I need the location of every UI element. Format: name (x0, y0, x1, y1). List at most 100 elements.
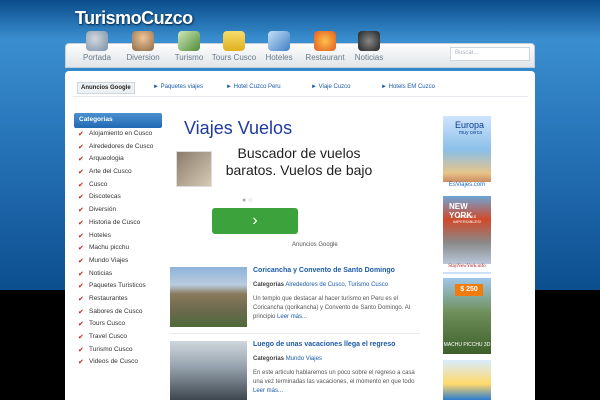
google-ads-bar: Anuncios Google ► Paquetes viajes ► Hote… (73, 79, 528, 97)
post-meta: Categorías Mundo Viajes (253, 356, 423, 362)
machu-picchu-banner[interactable]: $ 250 MACHU PICCHU 3D (443, 278, 491, 354)
search-input[interactable]: Buscar... (450, 47, 530, 61)
category-item[interactable]: ✔ Discotecas (74, 191, 162, 204)
divider (170, 333, 420, 334)
category-label: Restaurantes (89, 294, 128, 302)
category-item[interactable]: ✔ Cusco (74, 179, 162, 192)
post-title[interactable]: Luego de unas vacaciones llega el regres… (253, 341, 423, 348)
post-thumbnail[interactable] (170, 341, 247, 400)
category-item[interactable]: ✔ Diversión (74, 204, 162, 217)
newyork-banner[interactable]: NEW YORK OFERTAS IMPERDIBLES! StayNewYor… (443, 196, 491, 274)
post-thumbnail[interactable] (170, 267, 247, 327)
category-label: Arqueologia (89, 155, 124, 163)
ad-link[interactable]: ► Viaje Cuzco (311, 84, 351, 90)
nav-item-tours-cusco[interactable]: Tours Cusco (209, 31, 259, 62)
category-item[interactable]: ✔ Machu picchu (74, 242, 162, 255)
category-item[interactable]: ✔ Tours Cusco (74, 318, 162, 331)
post-meta-label: Categorías (253, 282, 285, 288)
nav-item-hoteles[interactable]: Hoteles (256, 31, 302, 62)
main-navigation: Portada Diversion Turismo Tours Cusco Ho… (65, 31, 535, 68)
post-categories[interactable]: Mundo Viajes (286, 356, 322, 362)
post-excerpt: En este articulo hablaremos un poco sobr… (253, 369, 418, 396)
nav-item-noticias[interactable]: Noticias (346, 31, 392, 62)
ad-branding: Anuncios Google (292, 242, 338, 248)
ad-pager[interactable]: ● ○ (242, 197, 252, 204)
nav-item-diversion[interactable]: Diversion (120, 31, 166, 62)
nav-item-turismo[interactable]: Turismo (166, 31, 212, 62)
category-label: Arte del Cusco (89, 168, 132, 176)
category-item[interactable]: ✔ Alrededores de Cusco (74, 141, 162, 154)
category-label: Hoteles (89, 231, 112, 239)
checkmark-icon: ✔ (78, 334, 84, 341)
checkmark-icon: ✔ (78, 169, 84, 177)
category-label: Videos de Cusco (89, 358, 139, 366)
checkmark-icon: ✔ (78, 232, 84, 240)
checkmark-icon: ✔ (78, 321, 84, 329)
category-item[interactable]: ✔ Travel Cusco (74, 331, 162, 344)
nav-label: Hoteles (265, 53, 293, 62)
sidebar-heading: Categorias (74, 113, 162, 128)
category-item[interactable]: ✔ Alojamiento en Cusco (74, 128, 162, 141)
checkmark-icon: ✔ (78, 346, 84, 354)
category-item[interactable]: ✔ Arte del Cusco (74, 166, 162, 179)
category-label: Noticias (89, 269, 113, 277)
category-item[interactable]: ✔ Noticias (74, 268, 162, 281)
ad-text: Buscador de vuelos baratos. Vuelos de ba… (225, 145, 373, 178)
checkmark-icon: ✔ (78, 219, 84, 227)
category-item[interactable]: ✔ Historia de Cusco (74, 217, 162, 230)
banner-price: $ 250 (455, 284, 483, 296)
checkmark-icon: ✔ (78, 194, 84, 202)
category-item[interactable]: ✔ Hoteles (74, 230, 162, 243)
nav-label: Noticias (354, 53, 384, 62)
checkmark-icon: ✔ (78, 283, 84, 291)
checkmark-icon: ✔ (78, 245, 84, 253)
checkmark-icon: ✔ (78, 131, 84, 138)
ad-image[interactable] (176, 151, 212, 187)
checkmark-icon: ✔ (78, 156, 84, 164)
read-more-link[interactable]: Leer más... (277, 314, 307, 320)
post-excerpt-text: En este articulo hablaremos un poco sobr… (253, 370, 415, 385)
category-item[interactable]: ✔ Mundo Viajes (74, 255, 162, 268)
category-item[interactable]: ✔ Turismo Cusco (74, 344, 162, 357)
category-label: Sabores de Cusco (89, 307, 143, 315)
ad-link[interactable]: ► Paquetes viajes (153, 84, 203, 90)
category-item[interactable]: ✔ Paquetes Turisticos (74, 280, 162, 293)
ad-link[interactable]: ► Hotels EM Cuzco (381, 84, 435, 90)
post-title[interactable]: Coricancha y Convento de Santo Domingo (253, 267, 423, 274)
category-item[interactable]: ✔ Restaurantes (74, 293, 162, 306)
category-label: Alrededores de Cusco (89, 142, 154, 150)
nav-item-restaurant[interactable]: Restaurant (302, 31, 348, 62)
category-list: ✔ Alojamiento en Cusco ✔ Alrededores de Cus… (74, 128, 162, 369)
europa-banner[interactable]: Europa muy cerca EsViajes.com (443, 116, 491, 192)
post-meta-label: Categorías (253, 356, 285, 362)
nav-label: Diversion (126, 53, 160, 62)
ad-title[interactable]: Viajes Vuelos (184, 118, 292, 139)
nav-label: Tours Cusco (211, 53, 257, 62)
category-label: Paquetes Turisticos (89, 282, 146, 290)
checkmark-icon: ✔ (78, 257, 84, 265)
ads-bar-title: Anuncios Google (77, 82, 135, 94)
people-icon (132, 31, 154, 51)
ad-next-button[interactable]: › (212, 208, 298, 234)
category-label: Cusco (89, 180, 108, 188)
category-label: Machu picchu (89, 244, 130, 252)
category-label: Tours Cusco (89, 320, 126, 328)
food-icon (314, 31, 336, 51)
map-icon (178, 31, 200, 51)
post-categories[interactable]: Alrededores de Cusco, Turismo Cusco (285, 282, 388, 288)
hotel-icon (268, 31, 290, 51)
checkmark-icon: ✔ (78, 295, 84, 303)
category-item[interactable]: ✔ Arqueologia (74, 153, 162, 166)
banner-subtitle: muy cerca (459, 130, 483, 136)
category-item[interactable]: ✔ Sabores de Cusco (74, 306, 162, 319)
banner-title: Europa (455, 120, 485, 130)
category-item[interactable]: ✔ Videos de Cusco (74, 356, 162, 369)
read-more-link[interactable]: Leer más... (253, 388, 283, 394)
banner-subtitle: OFERTAS IMPERDIBLES! (452, 214, 481, 224)
nav-label: Turismo (174, 53, 204, 62)
travel-banner[interactable] (443, 360, 491, 400)
category-label: Turismo Cusco (89, 345, 133, 353)
nav-item-portada[interactable]: Portada (74, 31, 120, 62)
site-logo[interactable]: TurismoCuzco (75, 8, 193, 30)
ad-link[interactable]: ► Hotel Cuzco Peru (226, 84, 281, 90)
